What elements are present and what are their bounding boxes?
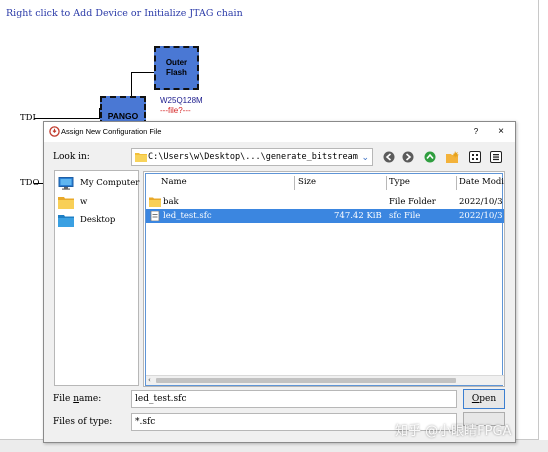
file-name: bak [163,197,179,207]
place-label: My Computer [80,178,140,188]
help-button[interactable]: ? [469,125,483,139]
flash-file-status: ---file?--- [160,106,191,115]
column-separator[interactable] [456,176,457,190]
list-view-icon [469,151,481,163]
places-sidebar: My Computer w Desktop [54,170,139,386]
tdi-wire [34,118,100,119]
desktop-icon [58,214,74,227]
dialog-title: Assign New Configuration File [61,127,162,136]
app-icon [49,126,60,137]
column-header-size[interactable]: Size [298,174,316,192]
new-folder-button[interactable] [445,149,461,165]
flash-connector-vertical [131,72,132,97]
parent-folder-icon [424,151,436,163]
flash-label-line1: Outer [165,58,188,67]
place-my-computer[interactable]: My Computer [58,175,139,191]
canvas-right-border [538,0,539,440]
look-in-label: Look in: [53,152,90,162]
file-name: led_test.sfc [163,211,212,221]
file-icon [150,211,160,221]
column-separator[interactable] [294,176,295,190]
dialog-titlebar[interactable]: Assign New Configuration File ? × [44,122,515,142]
detail-view-button[interactable] [488,149,504,165]
detail-view-icon [490,151,502,163]
computer-icon [58,176,74,190]
scrollbar-thumb[interactable] [156,378,456,383]
column-header-date[interactable]: Date Modi [459,174,504,192]
place-w[interactable]: w [58,194,87,210]
back-icon [383,151,395,163]
outer-flash-device[interactable]: Outer Flash [154,46,199,90]
look-in-path: C:\Users\w\Desktop\...\generate_bitstrea… [148,152,358,162]
flash-label-line2: Flash [166,68,187,77]
place-label: Desktop [80,215,116,225]
file-row-bak[interactable]: bak File Folder 2022/10/3 [146,195,504,209]
file-type: File Folder [389,197,436,207]
flash-part-number: W25Q128M [160,96,203,105]
new-folder-icon [446,151,459,163]
open-button[interactable]: Open [463,389,505,409]
folder-icon [135,153,147,162]
column-separator[interactable] [386,176,387,190]
close-button[interactable]: × [494,125,508,139]
file-name-label: File name: [53,394,102,404]
file-size: 747.42 KiB [334,211,382,221]
horizontal-scrollbar[interactable]: ‹ [146,375,504,385]
assign-config-file-dialog: Assign New Configuration File ? × Look i… [43,121,516,443]
tdi-label: TDI [20,113,36,123]
scroll-left-icon[interactable]: ‹ [148,376,151,385]
place-label: w [80,197,88,207]
column-header-name[interactable]: Name [161,174,187,192]
folder-icon [149,197,161,207]
files-of-type-label: Files of type: [53,417,113,427]
file-list: Name Size Type Date Modi bak File Folder… [143,171,505,387]
chevron-down-icon: ⌄ [361,153,369,163]
folder-icon [58,196,74,209]
tdo-label: TDO [20,178,40,188]
place-desktop[interactable]: Desktop [58,212,115,228]
column-header-type[interactable]: Type [389,174,410,192]
file-type: sfc File [389,211,421,221]
back-button[interactable] [381,149,397,165]
watermark-text: 知乎 @小眼睛FPGA [395,424,512,439]
pango-device-label: PANGO [107,111,139,121]
forward-button[interactable] [400,149,416,165]
file-name-input[interactable]: led_test.sfc [131,390,457,408]
list-view-button[interactable] [467,149,483,165]
look-in-combo[interactable]: C:\Users\w\Desktop\...\generate_bitstrea… [131,148,373,166]
file-date: 2022/10/3 [459,197,503,207]
file-row-led-test[interactable]: led_test.sfc 747.42 KiB sfc File 2022/10… [146,209,504,223]
parent-folder-button[interactable] [422,149,438,165]
forward-icon [402,151,414,163]
flash-connector-horizontal [131,72,154,73]
canvas-hint-text: Right click to Add Device or Initialize … [6,8,243,19]
file-date: 2022/10/3 [459,211,503,221]
